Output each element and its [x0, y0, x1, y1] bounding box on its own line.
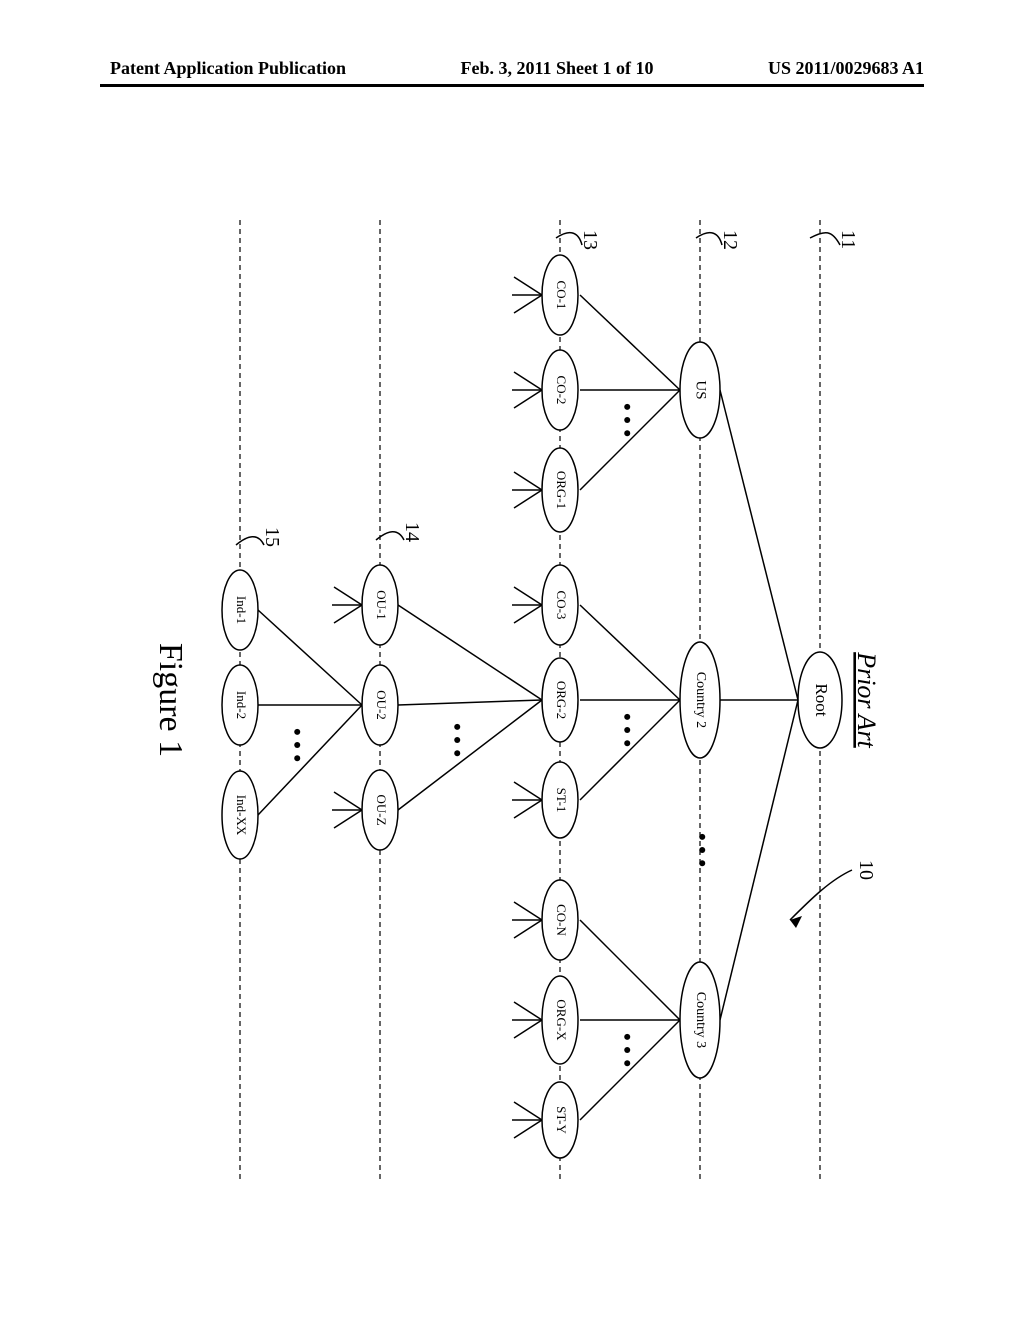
page: Patent Application Publication Feb. 3, 2… [0, 0, 1024, 1320]
label-ouz: OU-Z [374, 794, 389, 825]
label-ind1: Ind-1 [234, 596, 249, 624]
node-con: CO-N [512, 880, 578, 960]
node-indxx: Ind-XX [222, 771, 258, 859]
node-root: Root [798, 652, 842, 748]
node-ouz: OU-Z [332, 770, 398, 850]
node-org1: ORG-1 [512, 448, 578, 532]
node-co2: CO-2 [512, 350, 578, 430]
node-country2: Country 2 [680, 642, 720, 758]
node-sty: ST-Y [512, 1082, 578, 1158]
label-ou2: OU-2 [374, 690, 389, 720]
label-indxx: Ind-XX [234, 795, 249, 836]
edge-org2-ouz [398, 700, 542, 810]
label-con: CO-N [554, 904, 569, 936]
node-co1: CO-1 [512, 255, 578, 335]
label-sty: ST-Y [554, 1106, 569, 1134]
node-ou2: OU-2 [362, 665, 398, 745]
label-us: US [693, 380, 709, 399]
figure-label: Figure 1 [152, 643, 189, 757]
lead-11 [810, 233, 840, 245]
label-org2: ORG-2 [554, 681, 569, 719]
header-left: Patent Application Publication [110, 58, 346, 79]
label-ind2: Ind-2 [234, 691, 249, 719]
ref-11: 11 [837, 230, 859, 249]
edge-root-c3 [720, 700, 798, 1020]
node-ind2: Ind-2 [222, 665, 258, 745]
dots-ou: • • • [445, 723, 470, 757]
ref-10: 10 [855, 860, 877, 880]
ref-14: 14 [401, 522, 423, 542]
node-org2: ORG-2 [542, 658, 578, 742]
label-co3: CO-3 [554, 591, 569, 620]
edge-c3-con [580, 920, 680, 1020]
label-country3: Country 3 [693, 992, 708, 1048]
header-right: US 2011/0029683 A1 [768, 58, 924, 79]
header-rule [100, 84, 924, 87]
header-center: Feb. 3, 2011 Sheet 1 of 10 [461, 58, 654, 79]
dots-level1: • • • [690, 833, 715, 867]
ref-13: 13 [579, 230, 601, 250]
dots-c3: • • • [615, 1033, 640, 1067]
node-ind1: Ind-1 [222, 570, 258, 650]
edge-us-co1 [580, 295, 680, 390]
label-co1: CO-1 [554, 281, 569, 310]
label-country2: Country 2 [693, 672, 708, 728]
lead-10 [790, 870, 852, 920]
edge-root-us [720, 390, 798, 700]
ref-15: 15 [261, 527, 283, 547]
node-orgx: ORG-X [512, 976, 578, 1064]
figure-1-diagram: Root US Country 2 Country 3 • • • [120, 200, 880, 1200]
label-co2: CO-2 [554, 376, 569, 405]
edge-ou2-indxx [258, 705, 362, 815]
label-org1: ORG-1 [554, 471, 569, 509]
dots-ind: • • • [285, 728, 310, 762]
edge-c2-co3 [580, 605, 680, 700]
dots-c2: • • • [615, 713, 640, 747]
edge-org2-ou2 [398, 700, 542, 705]
label-root: Root [812, 683, 831, 716]
page-header: Patent Application Publication Feb. 3, 2… [0, 58, 1024, 79]
prior-art-label: Prior Art [852, 651, 880, 748]
ref-12: 12 [719, 230, 741, 250]
edge-ou2-ind1 [258, 610, 362, 705]
node-us: US [680, 342, 720, 438]
node-co3: CO-3 [512, 565, 578, 645]
node-ou1: OU-1 [332, 565, 398, 645]
label-orgx: ORG-X [554, 999, 569, 1041]
node-st1: ST-1 [512, 762, 578, 838]
node-country3: Country 3 [680, 962, 720, 1078]
label-st1: ST-1 [554, 788, 569, 813]
label-ou1: OU-1 [374, 590, 389, 620]
diagram-svg: Root US Country 2 Country 3 • • • [120, 200, 880, 1200]
dots-us: • • • [615, 403, 640, 437]
